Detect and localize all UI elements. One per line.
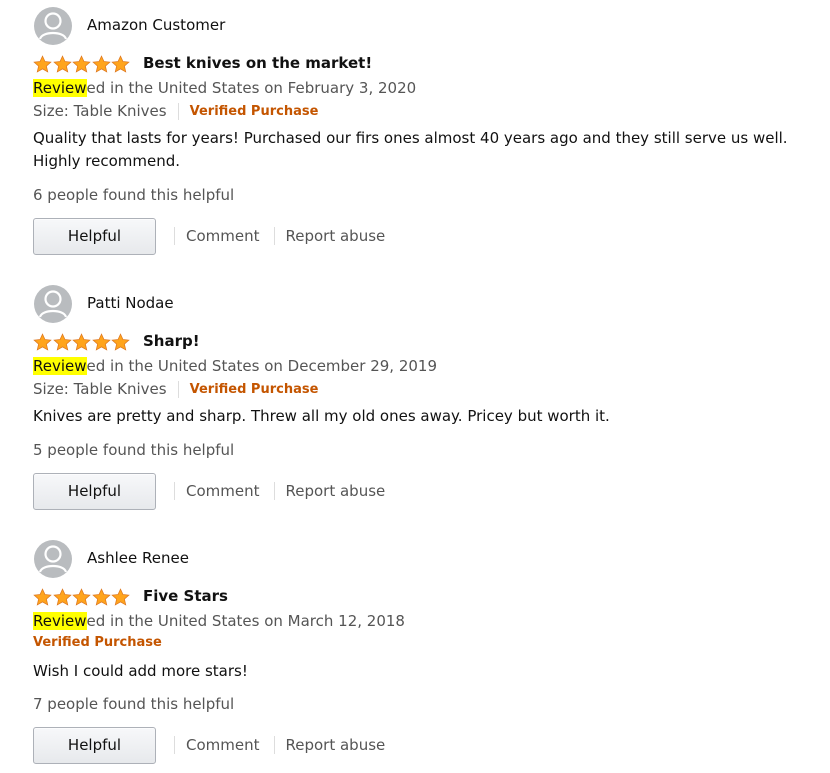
verified-purchase-badge: Verified Purchase: [33, 635, 162, 650]
reviewer-name[interactable]: Patti Nodae: [87, 294, 174, 312]
divider: [273, 227, 275, 245]
helpful-count: 6 people found this helpful: [33, 186, 235, 204]
review-actions: Helpful Comment Report abuse: [33, 726, 385, 764]
star-icon: [91, 588, 112, 607]
avatar: [34, 540, 72, 578]
review-meta: Size: Table Knives Verified Purchase: [33, 102, 318, 120]
verified-purchase-badge: Verified Purchase: [189, 381, 319, 397]
user-icon: [38, 545, 68, 573]
reviewer-name[interactable]: Amazon Customer: [87, 16, 225, 34]
review-card: Amazon Customer Best knives on the marke…: [0, 0, 830, 270]
star-icon: [33, 55, 53, 74]
divider: [174, 227, 175, 245]
star-rating[interactable]: [33, 55, 131, 75]
divider: [174, 736, 175, 754]
report-abuse-link[interactable]: Report abuse: [286, 736, 386, 754]
star-icon: [91, 55, 112, 74]
review-date: Reviewed in the United States on Decembe…: [33, 357, 437, 375]
helpful-count: 5 people found this helpful: [33, 441, 235, 459]
divider: [273, 736, 275, 754]
divider: [177, 380, 179, 398]
review-title[interactable]: Five Stars: [143, 587, 228, 605]
review-date: Reviewed in the United States on Februar…: [33, 79, 416, 97]
star-icon: [33, 588, 53, 607]
review-card: Patti Nodae Sharp! Reviewed in the Unite…: [0, 278, 830, 523]
review-date-text: ed in the United States on December 29, …: [86, 357, 438, 375]
search-highlight: Review: [33, 79, 87, 97]
review-card: Ashlee Renee Five Stars Reviewed in the …: [0, 533, 830, 773]
star-icon: [72, 588, 92, 607]
helpful-count: 7 people found this helpful: [33, 695, 235, 713]
review-body: Wish I could add more stars!: [33, 662, 248, 680]
review-actions: Helpful Comment Report abuse: [33, 217, 385, 255]
review-title[interactable]: Sharp!: [143, 332, 200, 350]
helpful-button[interactable]: Helpful: [33, 472, 156, 510]
star-icon: [72, 333, 92, 352]
comment-link[interactable]: Comment: [186, 482, 260, 500]
star-icon: [52, 333, 73, 352]
review-title[interactable]: Best knives on the market!: [143, 54, 372, 72]
star-icon: [111, 333, 131, 352]
review-date: Reviewed in the United States on March 1…: [33, 612, 405, 630]
avatar: [34, 285, 72, 323]
star-icon: [111, 588, 131, 607]
size-link[interactable]: Size: Table Knives: [33, 102, 167, 120]
star-icon: [52, 55, 73, 74]
search-highlight: Review: [33, 612, 87, 630]
star-rating[interactable]: [33, 333, 131, 353]
size-link[interactable]: Size: Table Knives: [33, 380, 167, 398]
star-icon: [33, 333, 53, 352]
review-date-text: ed in the United States on March 12, 201…: [86, 612, 405, 630]
helpful-button[interactable]: Helpful: [33, 726, 156, 764]
user-icon: [38, 290, 68, 318]
star-icon: [72, 55, 92, 74]
review-body: Quality that lasts for years! Purchased …: [33, 129, 788, 170]
divider: [273, 482, 275, 500]
review-actions: Helpful Comment Report abuse: [33, 472, 385, 510]
star-icon: [91, 333, 112, 352]
divider: [174, 482, 175, 500]
verified-purchase-badge: Verified Purchase: [189, 103, 319, 119]
review-body: Knives are pretty and sharp. Threw all m…: [33, 407, 610, 425]
divider: [177, 102, 179, 120]
avatar: [34, 7, 72, 45]
star-icon: [111, 55, 131, 74]
comment-link[interactable]: Comment: [186, 227, 260, 245]
star-icon: [52, 588, 73, 607]
reviewer-name[interactable]: Ashlee Renee: [87, 549, 189, 567]
review-meta: Size: Table Knives Verified Purchase: [33, 380, 318, 398]
user-icon: [38, 12, 68, 40]
helpful-button[interactable]: Helpful: [33, 217, 156, 255]
review-meta: Verified Purchase: [33, 635, 162, 650]
star-rating[interactable]: [33, 588, 131, 608]
comment-link[interactable]: Comment: [186, 736, 260, 754]
report-abuse-link[interactable]: Report abuse: [286, 482, 386, 500]
search-highlight: Review: [33, 357, 87, 375]
review-date-text: ed in the United States on February 3, 2…: [86, 79, 417, 97]
report-abuse-link[interactable]: Report abuse: [286, 227, 386, 245]
